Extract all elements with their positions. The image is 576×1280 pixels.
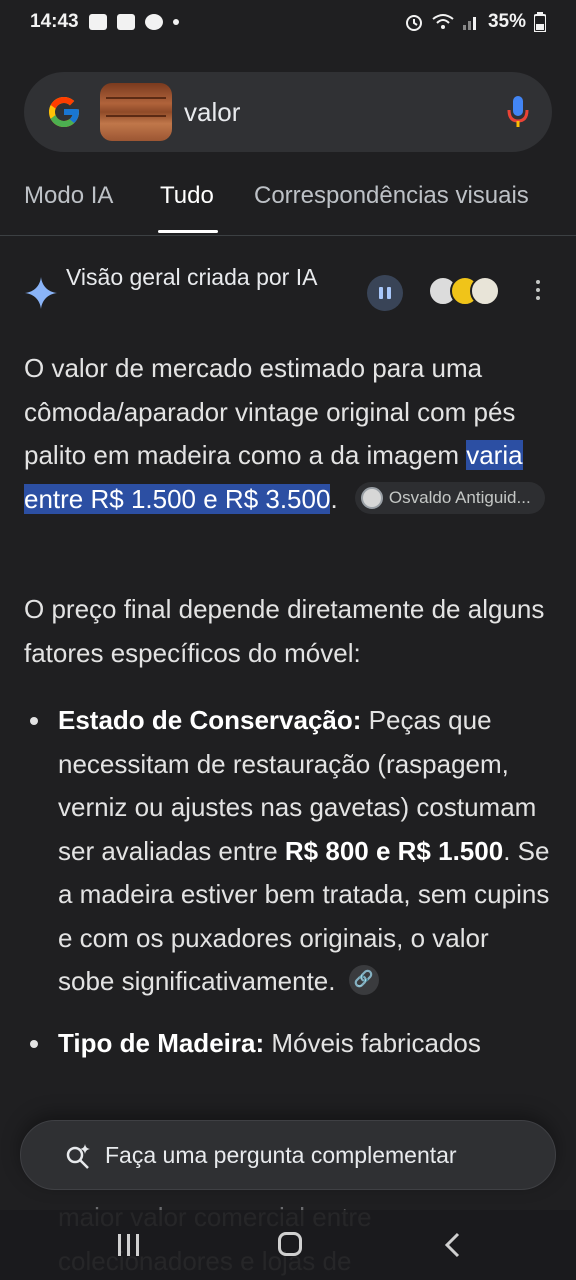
tab-correspondencias-visuais[interactable]: Correspondências visuais <box>254 182 529 210</box>
search-query-text[interactable]: valor <box>184 97 240 128</box>
alarm-icon <box>405 15 422 31</box>
source-chip[interactable]: Osvaldo Antiguid... <box>354 481 545 514</box>
status-right: 35% <box>404 11 546 33</box>
recents-button[interactable] <box>118 1234 139 1256</box>
more-options-icon[interactable] <box>530 280 546 308</box>
list-item-heading: Estado de Conservação: <box>58 705 362 735</box>
system-nav-bar <box>0 1210 576 1280</box>
tab-modo-ia[interactable]: Modo IA <box>24 182 113 210</box>
factors-list: Estado de Conservação: Peças que necessi… <box>24 699 552 1083</box>
followup-question-button[interactable]: Faça uma pergunta complementar <box>20 1120 556 1190</box>
battery-percentage: 35% <box>487 11 526 32</box>
followup-label: Faça uma pergunta complementar <box>105 1141 457 1168</box>
overview-paragraph-2: O preço final depende diretamente de alg… <box>24 594 545 668</box>
back-button[interactable] <box>442 1232 466 1258</box>
status-bar: 14:43 35% <box>0 0 576 44</box>
gallery-notification-icon <box>116 14 135 30</box>
overview-paragraph-1: O valor de mercado estimado para uma côm… <box>24 347 552 521</box>
list-item-heading: Tipo de Madeira: <box>58 1027 265 1058</box>
status-left: 14:43 <box>30 11 179 33</box>
pause-bar-icon <box>387 287 391 299</box>
search-sparkle-icon <box>66 1144 90 1169</box>
messenger-notification-icon <box>144 14 163 30</box>
battery-icon <box>534 12 546 32</box>
google-logo-icon <box>49 97 79 127</box>
paragraph-text: O valor de mercado estimado para uma côm… <box>24 353 516 470</box>
link-icon[interactable]: 🔗 <box>348 965 379 996</box>
list-item: Estado de Conservação: Peças que necessi… <box>24 699 552 1004</box>
search-image-thumbnail[interactable] <box>100 83 172 141</box>
source-avatar-icon <box>360 486 383 509</box>
tab-tudo[interactable]: Tudo <box>160 182 214 210</box>
source-chip-label: Osvaldo Antiguid... <box>388 487 531 507</box>
signal-icon <box>462 17 476 30</box>
paragraph-text-end: . <box>330 483 338 514</box>
home-button[interactable] <box>278 1232 302 1256</box>
ai-sparkle-icon <box>25 277 57 309</box>
search-tabs: Modo IA Tudo Correspondências visuais <box>0 168 576 236</box>
list-item-text: Móveis fabricados <box>264 1027 481 1058</box>
pause-audio-button[interactable] <box>367 275 403 311</box>
ai-overview-title: Visão geral criada por IA <box>66 264 318 290</box>
pause-bar-icon <box>379 287 383 299</box>
search-bar[interactable]: valor <box>24 72 552 152</box>
list-item-emphasis: R$ 800 e R$ 1.500 <box>284 835 504 866</box>
source-avatar-3 <box>470 276 500 306</box>
youtube-notification-icon <box>88 14 107 30</box>
active-tab-indicator <box>158 230 218 233</box>
wifi-icon <box>432 14 454 29</box>
list-item: Tipo de Madeira: Móveis fabricados <box>24 1022 552 1066</box>
microphone-icon[interactable] <box>506 94 530 130</box>
source-avatars[interactable] <box>428 276 502 308</box>
more-notifications-dot-icon <box>172 19 179 25</box>
status-time: 14:43 <box>30 11 79 32</box>
ai-overview-header: Visão geral criada por IA <box>0 262 576 326</box>
